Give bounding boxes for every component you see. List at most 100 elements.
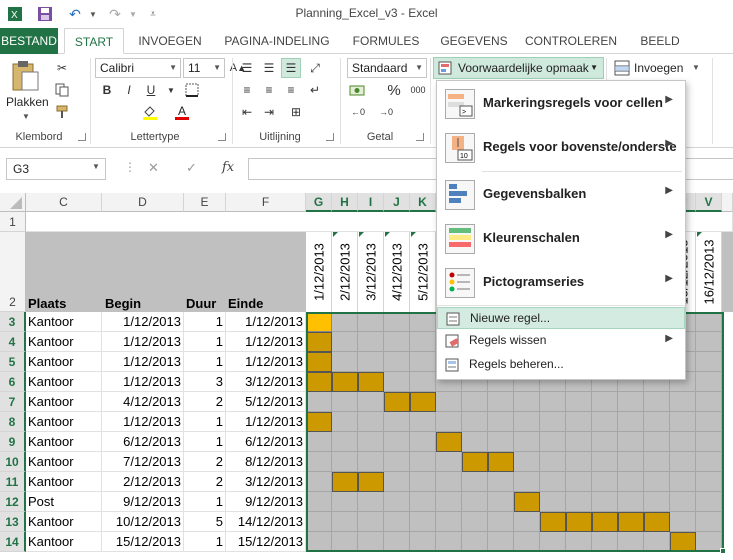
column-header-e[interactable]: E bbox=[184, 193, 226, 212]
cell-duur[interactable]: 3 bbox=[184, 372, 226, 392]
cell-plaats[interactable]: Kantoor bbox=[26, 392, 102, 412]
gantt-bar-cell[interactable] bbox=[358, 472, 384, 492]
gantt-cell[interactable] bbox=[358, 512, 384, 532]
align-left-icon[interactable]: ≡ bbox=[237, 80, 257, 100]
gantt-cell[interactable] bbox=[670, 512, 696, 532]
menu-item-color-scales[interactable]: Kleurenschalen ▶ bbox=[437, 216, 685, 260]
gantt-cell[interactable] bbox=[540, 532, 566, 552]
gantt-cell[interactable] bbox=[410, 372, 436, 392]
increase-indent-icon[interactable]: ⇥ bbox=[259, 102, 279, 122]
gantt-cell[interactable] bbox=[410, 452, 436, 472]
column-header-c[interactable]: C bbox=[26, 193, 102, 212]
gantt-cell[interactable] bbox=[358, 432, 384, 452]
gantt-cell[interactable] bbox=[540, 412, 566, 432]
gantt-cell[interactable] bbox=[696, 372, 722, 392]
header-begin[interactable]: Begin bbox=[105, 296, 141, 311]
gantt-cell[interactable] bbox=[670, 412, 696, 432]
gantt-cell[interactable] bbox=[540, 472, 566, 492]
menu-item-manage-rules[interactable]: Regels beheren... bbox=[437, 354, 685, 376]
gantt-cell[interactable] bbox=[332, 312, 358, 332]
column-header-d[interactable]: D bbox=[102, 193, 184, 212]
gantt-cell[interactable] bbox=[358, 452, 384, 472]
cell-begin[interactable]: 1/12/2013 bbox=[102, 332, 184, 352]
italic-button[interactable]: I bbox=[119, 80, 139, 100]
cell-begin[interactable]: 6/12/2013 bbox=[102, 432, 184, 452]
gantt-cell[interactable] bbox=[384, 512, 410, 532]
cell-einde[interactable]: 1/12/2013 bbox=[226, 312, 306, 332]
bold-button[interactable]: B bbox=[97, 80, 117, 100]
row-header-3[interactable]: 3 bbox=[0, 312, 26, 332]
increase-decimal-icon[interactable]: ←0 bbox=[348, 102, 368, 122]
cell-begin[interactable]: 2/12/2013 bbox=[102, 472, 184, 492]
row-header-11[interactable]: 11 bbox=[0, 472, 26, 492]
gantt-cell[interactable] bbox=[618, 532, 644, 552]
select-all-corner[interactable] bbox=[0, 193, 26, 212]
menu-item-data-bars[interactable]: Gegevensbalken ▶ bbox=[437, 172, 685, 216]
gantt-bar-cell[interactable] bbox=[566, 512, 592, 532]
cell-einde[interactable]: 15/12/2013 bbox=[226, 532, 306, 552]
cell-einde[interactable]: 14/12/2013 bbox=[226, 512, 306, 532]
gantt-cell[interactable] bbox=[306, 532, 332, 552]
gantt-cell[interactable] bbox=[306, 472, 332, 492]
cell-begin[interactable]: 7/12/2013 bbox=[102, 452, 184, 472]
gantt-cell[interactable] bbox=[644, 412, 670, 432]
insert-function-button[interactable]: fx bbox=[222, 160, 234, 175]
cell-begin[interactable]: 1/12/2013 bbox=[102, 412, 184, 432]
row-header-6[interactable]: 6 bbox=[0, 372, 26, 392]
gantt-bar-cell[interactable] bbox=[618, 512, 644, 532]
name-box-dropdown-icon[interactable]: ▼ bbox=[92, 162, 100, 171]
gantt-cell[interactable] bbox=[332, 352, 358, 372]
cell-duur[interactable]: 1 bbox=[184, 492, 226, 512]
align-top-icon[interactable]: ☰ bbox=[237, 58, 257, 78]
gantt-cell[interactable] bbox=[436, 392, 462, 412]
gantt-cell[interactable] bbox=[514, 392, 540, 412]
gantt-cell[interactable] bbox=[410, 352, 436, 372]
gantt-cell[interactable] bbox=[358, 532, 384, 552]
format-painter-icon[interactable] bbox=[52, 102, 72, 122]
thousands-button[interactable]: 000 bbox=[406, 80, 430, 100]
gantt-bar-cell[interactable] bbox=[540, 512, 566, 532]
gantt-cell[interactable] bbox=[644, 472, 670, 492]
number-launcher-icon[interactable] bbox=[416, 133, 424, 141]
gantt-cell[interactable] bbox=[358, 412, 384, 432]
gantt-cell[interactable] bbox=[306, 492, 332, 512]
gantt-cell[interactable] bbox=[436, 512, 462, 532]
cell-duur[interactable]: 1 bbox=[184, 312, 226, 332]
gantt-bar-cell[interactable] bbox=[332, 472, 358, 492]
cell-plaats[interactable]: Kantoor bbox=[26, 512, 102, 532]
gantt-cell[interactable] bbox=[566, 432, 592, 452]
tab-controleren[interactable]: CONTROLEREN bbox=[522, 28, 620, 54]
cell-plaats[interactable]: Kantoor bbox=[26, 432, 102, 452]
gantt-cell[interactable] bbox=[566, 492, 592, 512]
gantt-cell[interactable] bbox=[488, 412, 514, 432]
gantt-cell[interactable] bbox=[332, 432, 358, 452]
gantt-bar-cell[interactable] bbox=[592, 512, 618, 532]
cell-duur[interactable]: 1 bbox=[184, 332, 226, 352]
menu-item-top-bottom[interactable]: 10 Regels voor bovenste/onderste ▶ bbox=[437, 125, 685, 169]
column-header-i[interactable]: I bbox=[358, 193, 384, 212]
gantt-cell[interactable] bbox=[696, 452, 722, 472]
gantt-cell[interactable] bbox=[618, 412, 644, 432]
gantt-cell[interactable] bbox=[410, 512, 436, 532]
gantt-cell[interactable] bbox=[306, 432, 332, 452]
gantt-cell[interactable] bbox=[670, 432, 696, 452]
cell-einde[interactable]: 3/12/2013 bbox=[226, 372, 306, 392]
gantt-cell[interactable] bbox=[592, 412, 618, 432]
cell-duur[interactable]: 1 bbox=[184, 352, 226, 372]
underline-button[interactable]: U bbox=[141, 80, 161, 100]
gantt-cell[interactable] bbox=[540, 392, 566, 412]
orientation-icon[interactable]: ⤢ bbox=[305, 58, 325, 78]
fill-color-icon[interactable] bbox=[140, 102, 160, 122]
alignment-launcher-icon[interactable] bbox=[326, 133, 334, 141]
gantt-bar-cell[interactable] bbox=[462, 452, 488, 472]
cell-begin[interactable]: 15/12/2013 bbox=[102, 532, 184, 552]
row-header-5[interactable]: 5 bbox=[0, 352, 26, 372]
cell-plaats[interactable]: Kantoor bbox=[26, 412, 102, 432]
paste-button[interactable]: Plakken bbox=[6, 95, 49, 109]
gantt-bar-cell[interactable] bbox=[306, 372, 332, 392]
gantt-cell[interactable] bbox=[358, 352, 384, 372]
gantt-cell[interactable] bbox=[332, 532, 358, 552]
gantt-cell[interactable] bbox=[618, 472, 644, 492]
cell-plaats[interactable]: Kantoor bbox=[26, 452, 102, 472]
menu-item-new-rule[interactable]: Nieuwe regel... bbox=[437, 307, 685, 329]
